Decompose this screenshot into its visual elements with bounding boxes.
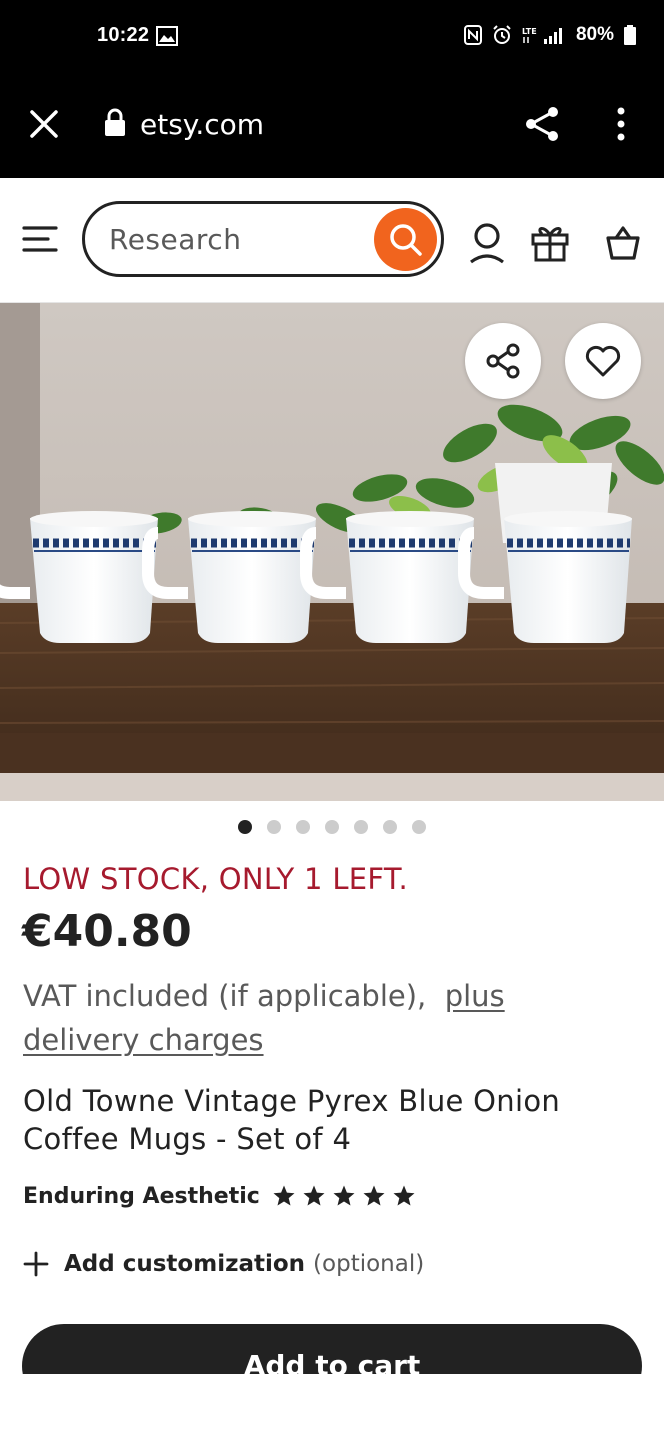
star-icon	[363, 1185, 385, 1206]
search-icon	[390, 224, 422, 256]
status-icons: LTE 80%	[463, 24, 636, 46]
cart-icon[interactable]	[604, 224, 642, 262]
add-customization-button[interactable]: Add customization (optional)	[22, 1250, 424, 1278]
customization-optional-note: (optional)	[313, 1251, 425, 1277]
more-vert-icon[interactable]	[606, 104, 636, 144]
star-icon	[333, 1185, 355, 1206]
status-time: 10:22	[97, 24, 150, 46]
add-to-cart-button[interactable]: Add to cart	[22, 1324, 642, 1374]
carousel-dot[interactable]	[296, 820, 310, 834]
gift-icon[interactable]	[530, 222, 570, 262]
rating-stars[interactable]	[272, 1184, 416, 1208]
shop-name-link[interactable]: Enduring Aesthetic	[23, 1184, 260, 1209]
battery-icon	[624, 25, 636, 45]
star-icon	[393, 1185, 415, 1206]
alarm-icon	[493, 25, 511, 44]
lte-signal-icon: LTE	[522, 27, 562, 44]
carousel-dot[interactable]	[383, 820, 397, 834]
product-photo	[0, 303, 664, 801]
status-bar: 10:22 LTE 80%	[0, 0, 664, 78]
star-icon	[273, 1185, 295, 1206]
listing-image[interactable]	[0, 303, 664, 801]
star-icon	[303, 1185, 325, 1206]
share-icon[interactable]	[522, 104, 562, 144]
search-input[interactable]	[107, 218, 371, 260]
search-box	[82, 201, 444, 277]
search-button[interactable]	[374, 208, 437, 271]
image-carousel-dots	[0, 820, 664, 836]
carousel-dot[interactable]	[325, 820, 339, 834]
lock-icon	[105, 108, 125, 136]
customization-label: Add customization	[64, 1251, 306, 1277]
vat-notice: VAT included (if applicable), plus deliv…	[23, 974, 583, 1062]
heart-icon	[585, 345, 621, 377]
bottom-blank-area	[0, 1374, 664, 1440]
account-icon[interactable]	[468, 222, 506, 264]
browser-toolbar: etsy.com	[0, 78, 664, 178]
add-to-cart-area: Add to cart	[0, 1300, 664, 1374]
nfc-icon	[463, 25, 482, 45]
site-header	[0, 178, 664, 303]
url-bar[interactable]: etsy.com	[140, 108, 264, 141]
plus-icon	[23, 1251, 49, 1277]
carousel-dot[interactable]	[238, 820, 252, 834]
product-title: Old Towne Vintage Pyrex Blue Onion Coffe…	[23, 1084, 561, 1156]
image-notification-icon	[156, 26, 178, 46]
favorite-button[interactable]	[565, 323, 641, 399]
price: €40.80	[22, 906, 192, 957]
battery-level: 80%	[575, 24, 614, 45]
vat-text: VAT included (if applicable),	[23, 979, 427, 1013]
share-icon	[486, 343, 520, 379]
svg-text:LTE: LTE	[522, 27, 537, 36]
carousel-dot[interactable]	[267, 820, 281, 834]
carousel-dot[interactable]	[412, 820, 426, 834]
share-listing-button[interactable]	[465, 323, 541, 399]
stock-notice: LOW STOCK, ONLY 1 LEFT.	[23, 862, 408, 896]
menu-icon[interactable]	[22, 224, 60, 254]
close-icon[interactable]	[26, 106, 62, 142]
shop-row: Enduring Aesthetic	[23, 1180, 416, 1212]
carousel-dot[interactable]	[354, 820, 368, 834]
